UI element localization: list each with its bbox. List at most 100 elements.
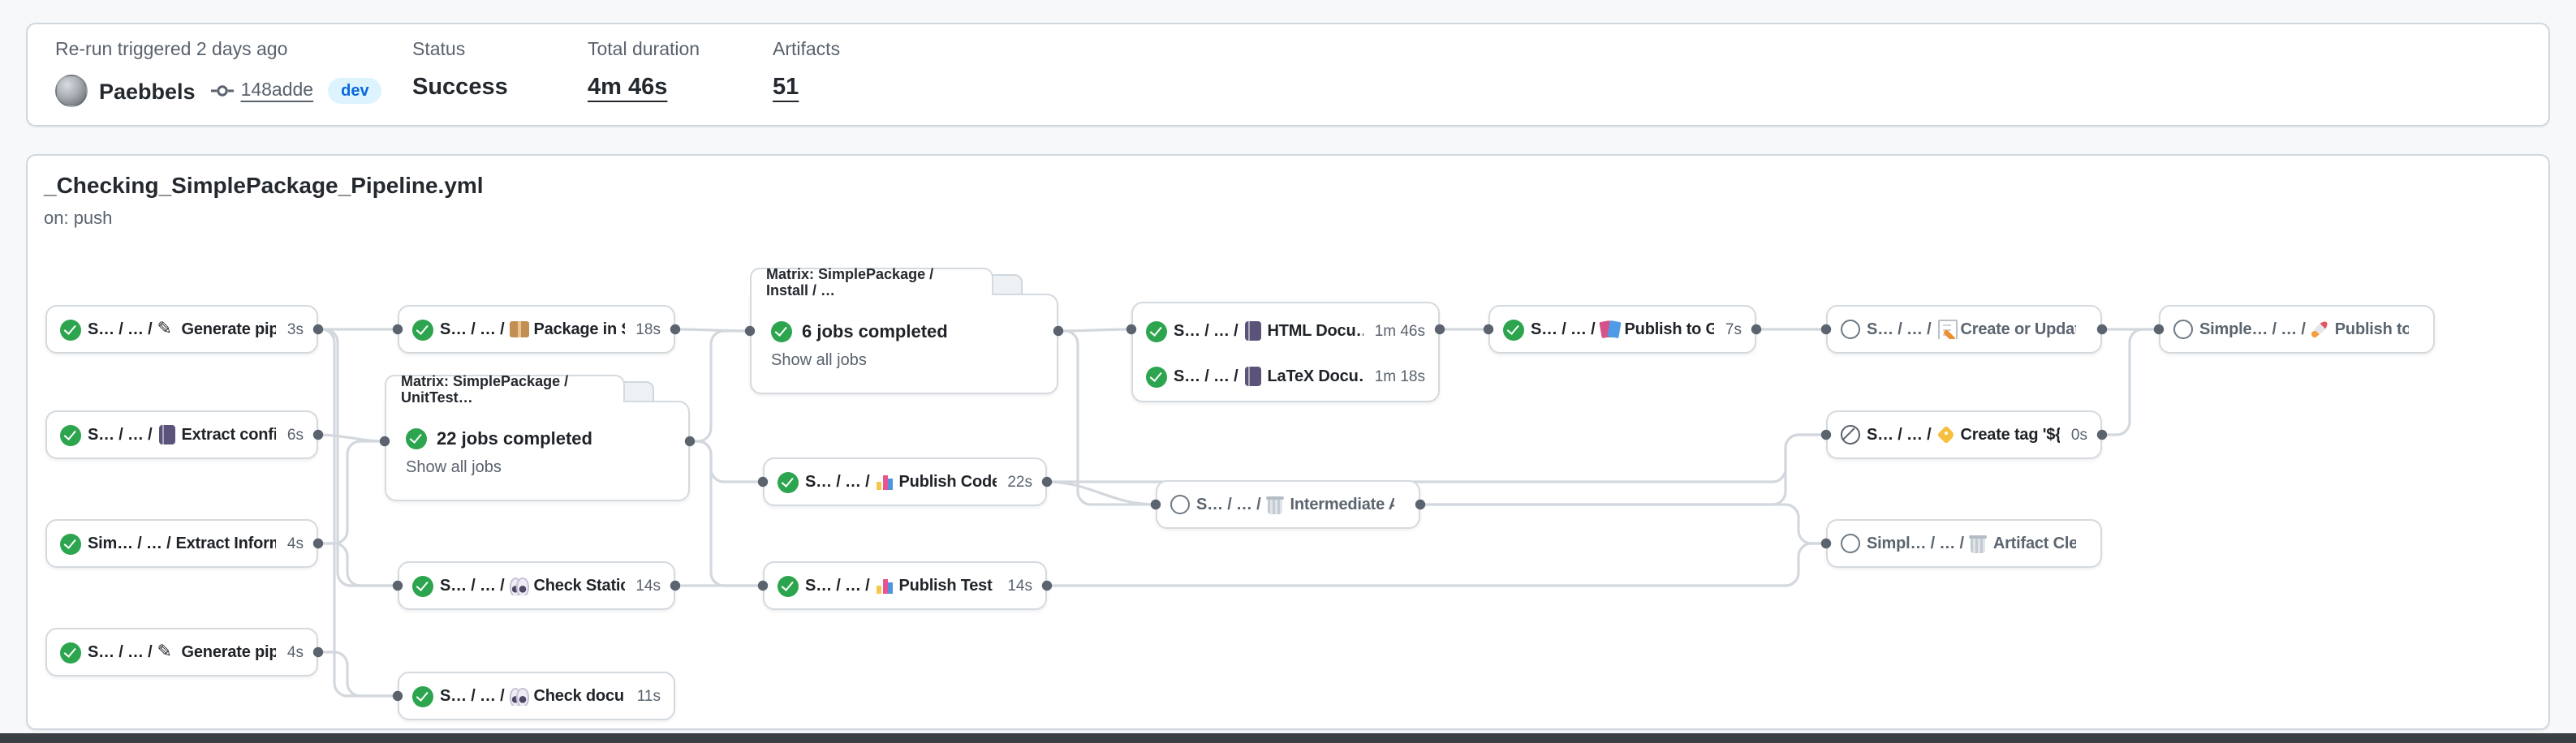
status-icon [778,575,799,596]
workflow-title: _Checking_SimplePackage_Pipeline.yml [44,172,484,198]
job-node-create-or-update-release[interactable]: S… / … / Create or Update R… [1826,305,2102,354]
duration-value[interactable]: 4m 46s [588,75,700,101]
job-duration: 22s [1002,473,1032,491]
job-node-check-documentation[interactable]: S… / … / Check docume… 11s [398,672,675,720]
status-icon [412,685,433,706]
branch-badge[interactable]: dev [328,78,381,104]
matrix-summary-row: 6 jobs completed [771,321,1037,342]
job-label: S… / … / Publish Code C… [805,472,996,492]
job-name: Publish Code C… [899,473,997,491]
job-node-publish-to-pypi[interactable]: Simple… / … / Publish to PyPI [2159,305,2435,354]
status-icon [1146,366,1167,387]
rocket-icon [2311,320,2330,339]
job-name: Check docume… [534,687,626,705]
job-prefix: S… / … / [440,687,505,705]
actor-name[interactable]: Paebbels [99,79,196,103]
job-name: Create or Update R… [1961,320,2076,338]
show-all-jobs-link[interactable]: Show all jobs [771,352,867,370]
duration-column: Total duration 4m 46s [588,41,700,101]
tag-icon [1936,425,1956,445]
job-label: S… / … / Check Static Ty… [440,576,624,595]
job-prefix: S… / … / [440,577,505,595]
job-node-artifact-cleanup[interactable]: Simpl… / … / Artifact Cleanup [1826,519,2102,568]
status-icon [60,533,81,554]
job-name: Artifact Cleanup [1993,535,2076,552]
artifacts-label: Artifacts [773,41,840,60]
job-prefix: S… / … / [88,643,153,661]
status-icon [60,424,81,445]
workflow-run-page: Re-run triggered 2 days ago Paebbels 148… [0,0,2576,742]
status-icon [412,575,433,596]
duration-label: Total duration [588,41,700,60]
matrix-unittest-box[interactable]: 22 jobs completed Show all jobs [385,401,690,501]
job-prefix: S… / … / [1174,367,1238,385]
job-name: Generate pipelin… [182,643,276,661]
job-prefix: S… / … / [805,473,870,491]
status-icon [771,321,792,342]
status-icon [1841,534,1860,553]
job-node-intermediate-artifacts[interactable]: S… / … / Intermediate Artifa… [1156,480,1420,529]
job-label: S… / … / Extract configur… [88,425,276,445]
job-prefix: S… / … / [1531,320,1596,338]
matrix-install-tab[interactable]: Matrix: SimplePackage / Install / … [750,268,993,295]
job-name: Package in Sou… [534,320,625,338]
job-prefix: S… / … / [1174,322,1238,340]
job-node-extract-information[interactable]: Sim… / … / Extract Information 4s [45,519,318,568]
job-duration: 6s [282,426,304,444]
matrix-tab-label: Matrix: SimplePackage / UnitTest… [401,373,609,406]
job-label: S… / … / Publish to GH-P… [1531,320,1714,339]
commit-sha-link[interactable]: 148adde [241,81,314,101]
job-node-html-documentation[interactable]: S… / … / HTML Docu… 1m 46s [1133,308,1438,354]
status-icon [60,319,81,340]
artifacts-count-link[interactable]: 51 [773,75,840,101]
job-node-generate-pipeline-2[interactable]: S… / … / Generate pipelin… 4s [45,628,318,676]
job-label: S… / … / Publish Test Re… [805,576,996,595]
notebook-icon [157,425,177,445]
job-duration: 14s [1002,577,1032,595]
job-node-publish-test-results[interactable]: S… / … / Publish Test Re… 14s [763,561,1047,610]
show-all-jobs-link[interactable]: Show all jobs [406,459,502,477]
run-trigger-column: Re-run triggered 2 days ago Paebbels 148… [55,41,382,107]
status-icon [406,428,427,449]
status-icon [1503,319,1524,340]
job-prefix: Simple… / … / [2199,320,2306,338]
job-node-extract-configuration[interactable]: S… / … / Extract configur… 6s [45,410,318,459]
job-label: S… / … / HTML Docu… [1174,321,1363,341]
job-name: Extract Information [175,535,275,552]
actor-avatar[interactable] [55,75,88,107]
bar-chart-icon [875,576,894,595]
job-duration: 14s [631,577,661,595]
pencil-icon [157,320,177,339]
job-node-check-static-typing[interactable]: S… / … / Check Static Ty… 14s [398,561,675,610]
matrix-install-box[interactable]: 6 jobs completed Show all jobs [750,294,1058,394]
job-node-create-tag[interactable]: S… / … / Create tag '${{ in… 0s [1826,410,2102,459]
job-name: Intermediate Artifa… [1290,496,1394,513]
status-label: Status [412,41,508,60]
matrix-unittest-tab[interactable]: Matrix: SimplePackage / UnitTest… [385,375,625,402]
job-node-latex-documentation[interactable]: S… / … / LaTeX Docu… 1m 18s [1133,354,1438,399]
notebook-icon [1243,367,1263,386]
job-label: S… / … / LaTeX Docu… [1174,367,1363,386]
job-prefix: S… / … / [1867,320,1932,338]
job-duration: 3s [282,320,304,338]
job-label: S… / … / Generate pipelin… [88,320,276,339]
status-icon [778,471,799,492]
matrix-tab-label: Matrix: SimplePackage / Install / … [766,266,977,298]
job-node-package-source[interactable]: S… / … / Package in Sou… 18s [398,305,675,354]
pencil-icon [157,642,177,662]
status-icon [2173,320,2193,339]
job-label: Simple… / … / Publish to PyPI [2199,320,2409,339]
job-node-publish-to-gh-pages[interactable]: S… / … / Publish to GH-P… 7s [1488,305,1756,354]
workflow-trigger: on: push [44,209,112,229]
job-node-publish-code-coverage[interactable]: S… / … / Publish Code C… 22s [763,457,1047,506]
job-prefix: S… / … / [805,577,870,595]
job-name: Publish Test Re… [899,577,997,595]
job-group-documentation[interactable]: S… / … / HTML Docu… 1m 46s S… / … / LaTe… [1131,302,1440,402]
job-duration: 1m 46s [1370,322,1425,340]
job-node-generate-pipeline-1[interactable]: S… / … / Generate pipelin… 3s [45,305,318,354]
job-prefix: S… / … / [88,426,153,444]
taskbar-edge [0,732,2576,742]
job-duration: 11s [632,687,661,705]
job-duration: 4s [282,535,304,552]
job-label: S… / … / Intermediate Artifa… [1196,495,1394,514]
